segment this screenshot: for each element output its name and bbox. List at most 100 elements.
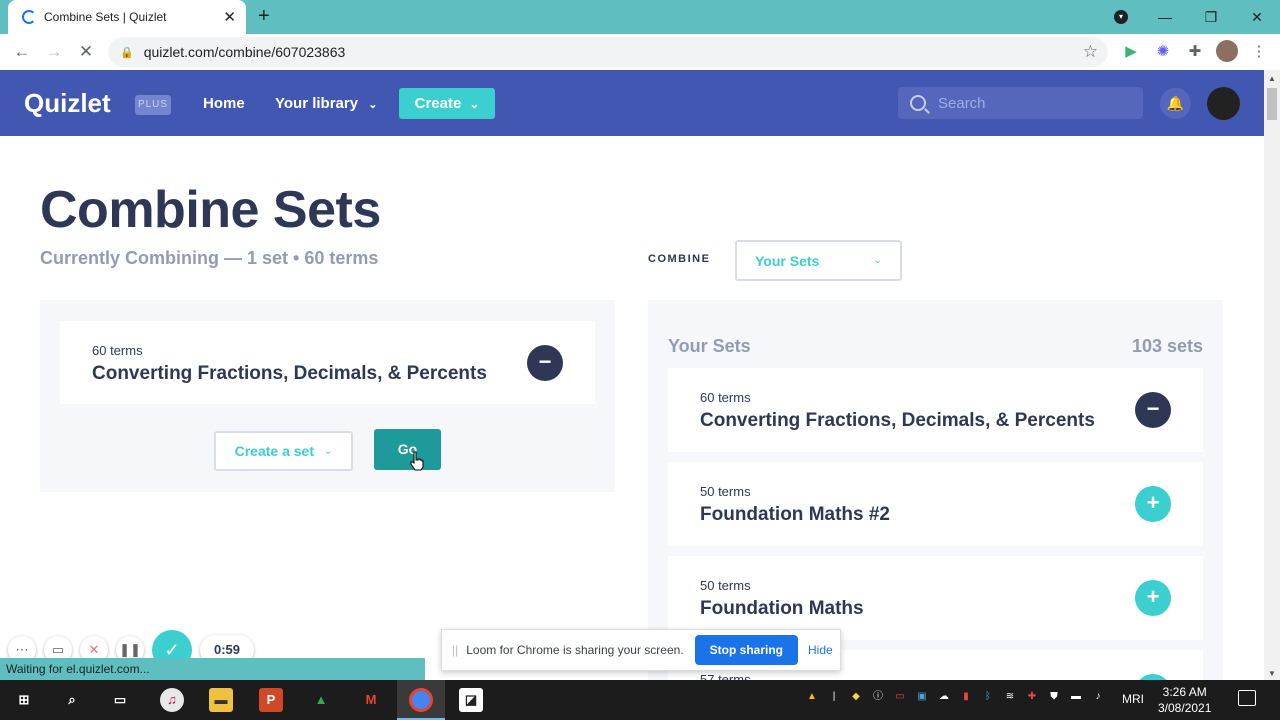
loading-spinner-icon bbox=[22, 10, 36, 24]
powerpoint-icon[interactable]: P bbox=[259, 688, 283, 712]
combine-select-value: Your Sets bbox=[755, 252, 820, 269]
set-list-item[interactable]: 50 terms Foundation Maths #2 + bbox=[668, 462, 1203, 546]
combine-label: COMBINE bbox=[648, 253, 711, 265]
set-term-count: 50 terms bbox=[700, 578, 751, 593]
bookmark-star-icon[interactable]: ☆ bbox=[1083, 42, 1098, 62]
add-set-button[interactable]: + bbox=[1135, 580, 1171, 616]
lock-icon[interactable]: 🔒 bbox=[120, 46, 134, 59]
hand-cursor-icon bbox=[410, 451, 424, 471]
minimize-icon[interactable]: — bbox=[1142, 9, 1188, 25]
set-list-item[interactable]: 60 terms Converting Fractions, Decimals,… bbox=[668, 368, 1203, 452]
page-scrollbar[interactable]: ▲ ▼ bbox=[1264, 70, 1280, 680]
defender-tray-icon[interactable]: ⛊ bbox=[1047, 690, 1061, 704]
nav-your-library[interactable]: Your library ⌄ bbox=[275, 95, 377, 112]
tab-search-icon[interactable]: ▾ bbox=[1114, 10, 1128, 24]
chevron-down-icon: ⌄ bbox=[469, 96, 480, 111]
chevron-down-icon: ⌄ bbox=[873, 255, 882, 266]
add-set-button[interactable]: + bbox=[1135, 486, 1171, 522]
loom-extension-icon[interactable]: ✺ bbox=[1152, 40, 1174, 62]
browser-tab[interactable]: Combine Sets | Quizlet ✕ bbox=[8, 0, 246, 34]
set-title: Foundation Maths #2 bbox=[700, 504, 890, 525]
stop-sharing-button[interactable]: Stop sharing bbox=[694, 635, 799, 665]
your-sets-heading: Your Sets bbox=[668, 336, 751, 356]
power-tray-icon[interactable]: ▬ bbox=[1069, 690, 1083, 704]
task-view-icon[interactable]: ▭ bbox=[108, 688, 132, 712]
extension-icons: ▶ ✺ ✚ ⋮ bbox=[1120, 40, 1270, 62]
file-explorer-icon[interactable]: ▬ bbox=[209, 688, 233, 712]
drag-handle-icon[interactable]: || bbox=[452, 643, 458, 657]
windows-start-icon[interactable]: ⊞ bbox=[12, 688, 36, 712]
scroll-up-icon[interactable]: ▲ bbox=[1268, 74, 1276, 83]
screen-sharing-bar: || Loom for Chrome is sharing your scree… bbox=[441, 629, 841, 671]
set-title: Converting Fractions, Decimals, & Percen… bbox=[92, 363, 487, 384]
quizlet-logo[interactable]: Quizlet bbox=[24, 88, 111, 119]
create-a-set-select[interactable]: Create a set ⌄ bbox=[214, 431, 353, 471]
sticky-notes-icon[interactable]: ◪ bbox=[459, 688, 483, 712]
window-controls: — ❐ ✕ bbox=[1142, 0, 1280, 34]
set-title: Converting Fractions, Decimals, & Percen… bbox=[700, 410, 1095, 431]
battery-tray-icon[interactable]: ▮ bbox=[959, 690, 973, 704]
system-tray: ▲ | ◆ ⓘ ▭ ▣ ☁ ▮ ᛒ ≋ ✚ ⛊ ▬ ♪ bbox=[805, 690, 1105, 704]
window-close-icon[interactable]: ✕ bbox=[1234, 9, 1280, 26]
profile-avatar-icon[interactable] bbox=[1216, 40, 1238, 62]
set-list-item[interactable]: 50 terms Foundation Maths + bbox=[668, 556, 1203, 640]
plus-badge: PLUS bbox=[135, 95, 171, 115]
sharing-message: Loom for Chrome is sharing your screen. bbox=[466, 643, 684, 657]
drive-tray-icon[interactable]: ▲ bbox=[805, 690, 819, 704]
chrome-menu-icon[interactable]: ⋮ bbox=[1248, 40, 1270, 62]
hide-button[interactable]: Hide bbox=[808, 643, 833, 657]
address-bar[interactable]: 🔒 quizlet.com/combine/607023863 ☆ bbox=[108, 37, 1108, 67]
info-tray-icon[interactable]: ⓘ bbox=[871, 690, 885, 704]
extension-green-icon[interactable]: ▶ bbox=[1120, 40, 1142, 62]
url-text: quizlet.com/combine/607023863 bbox=[143, 44, 346, 60]
nav-home[interactable]: Home bbox=[203, 95, 245, 112]
bluetooth-tray-icon[interactable]: ᛒ bbox=[981, 690, 995, 704]
clock-date: 3/08/2021 bbox=[1158, 701, 1212, 715]
browser-status-bar: Waiting for el.quizlet.com... bbox=[0, 658, 425, 680]
search-icon[interactable]: ⌕ bbox=[60, 688, 84, 712]
create-button[interactable]: Create ⌄ bbox=[399, 88, 495, 119]
mic-tray-icon[interactable]: | bbox=[827, 690, 841, 704]
chat-tray-icon[interactable]: ▣ bbox=[915, 690, 929, 704]
language-indicator[interactable]: MRI bbox=[1122, 692, 1144, 706]
itunes-icon[interactable]: ♫ bbox=[160, 688, 184, 712]
chevron-down-icon: ⌄ bbox=[368, 99, 378, 111]
system-clock[interactable]: 3:26 AM 3/08/2021 bbox=[1158, 684, 1211, 716]
windows-taskbar: ⊞ ⌕ ▭ ♫ ▬ P ▲ M ◪ ▲ | ◆ ⓘ ▭ ▣ ☁ ▮ ᛒ ≋ ✚ … bbox=[0, 680, 1280, 720]
forward-arrow-icon[interactable]: → bbox=[38, 42, 70, 62]
security-tray-icon[interactable]: ✚ bbox=[1025, 690, 1039, 704]
clock-time: 3:26 AM bbox=[1162, 685, 1207, 699]
go-button[interactable]: Go bbox=[374, 429, 441, 470]
new-tab-icon[interactable]: + bbox=[258, 5, 270, 28]
combine-source-select[interactable]: Your Sets ⌄ bbox=[735, 240, 902, 281]
user-avatar[interactable] bbox=[1207, 87, 1240, 120]
stop-loading-icon[interactable]: ✕ bbox=[70, 42, 102, 62]
browser-toolbar: ← → ✕ 🔒 quizlet.com/combine/607023863 ☆ … bbox=[0, 34, 1280, 70]
scroll-down-icon[interactable]: ▼ bbox=[1268, 669, 1276, 678]
back-arrow-icon[interactable]: ← bbox=[6, 42, 38, 62]
tab-close-icon[interactable]: ✕ bbox=[223, 8, 236, 26]
chevron-down-icon: ⌄ bbox=[324, 445, 333, 457]
create-button-label: Create bbox=[414, 95, 462, 112]
puzzle-extensions-icon[interactable]: ✚ bbox=[1184, 40, 1206, 62]
set-term-count: 57 terms bbox=[700, 672, 751, 680]
shield-tray-icon[interactable]: ◆ bbox=[849, 690, 863, 704]
onedrive-tray-icon[interactable]: ☁ bbox=[937, 690, 951, 704]
chrome-icon[interactable] bbox=[409, 688, 433, 712]
gmail-icon[interactable]: M bbox=[359, 688, 383, 712]
combining-set-card: 60 terms Converting Fractions, Decimals,… bbox=[60, 321, 595, 404]
restore-icon[interactable]: ❐ bbox=[1188, 9, 1234, 26]
nav-your-library-label: Your library bbox=[275, 95, 359, 112]
remove-set-button[interactable]: − bbox=[1135, 392, 1171, 428]
remove-set-button[interactable]: − bbox=[527, 345, 563, 381]
search-input[interactable]: Search bbox=[898, 87, 1143, 119]
browser-tab-bar: Combine Sets | Quizlet ✕ + ▾ — ❐ ✕ bbox=[0, 0, 1280, 34]
google-drive-icon[interactable]: ▲ bbox=[309, 688, 333, 712]
combining-summary: Currently Combining — 1 set • 60 terms bbox=[40, 248, 379, 268]
notification-bell-icon[interactable]: 🔔 bbox=[1160, 88, 1191, 119]
wifi-tray-icon[interactable]: ≋ bbox=[1003, 690, 1017, 704]
volume-tray-icon[interactable]: ♪ bbox=[1091, 690, 1105, 704]
notification-center-icon[interactable] bbox=[1238, 690, 1256, 706]
display-tray-icon[interactable]: ▭ bbox=[893, 690, 907, 704]
scroll-thumb[interactable] bbox=[1267, 88, 1277, 120]
